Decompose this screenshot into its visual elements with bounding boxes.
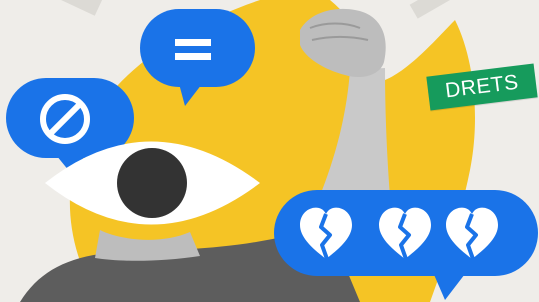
- eye-pupil: [117, 148, 187, 218]
- broken-hearts-row: [300, 207, 498, 260]
- collage-artwork: [6, 0, 538, 302]
- collage-illustration: DRETS: [0, 0, 539, 302]
- paper-scrap-left: [58, 0, 103, 16]
- paper-scrap-right: [409, 0, 453, 19]
- drets-label: DRETS: [443, 70, 520, 103]
